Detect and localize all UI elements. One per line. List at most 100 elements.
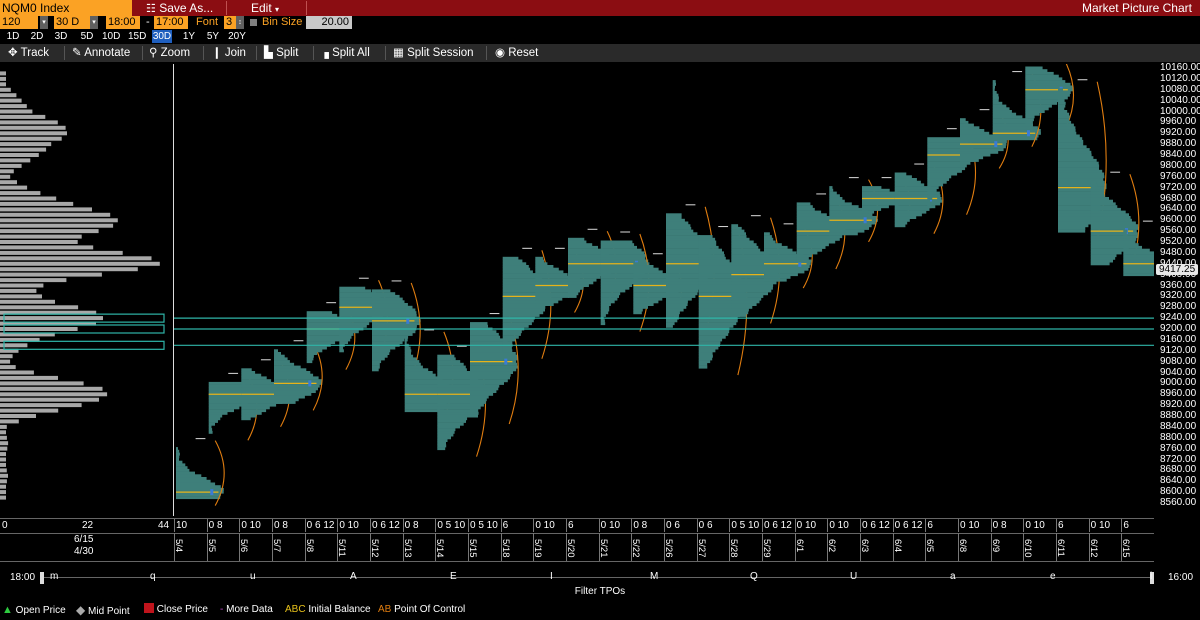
profile-bar [731, 281, 777, 285]
profile-bar [600, 297, 618, 301]
reset-button[interactable]: ◉ Reset [495, 44, 538, 62]
scale-letter: m [50, 571, 59, 582]
histogram-bar [0, 240, 78, 244]
histogram-bar [0, 218, 118, 223]
period-1y[interactable]: 1Y [180, 30, 198, 43]
profile-bar [404, 360, 420, 364]
period-10d[interactable]: 10D [102, 30, 120, 43]
profile-bar [1090, 191, 1105, 195]
profile-bar [829, 216, 877, 219]
edit-menu[interactable]: Edit ▾ [251, 0, 279, 16]
histogram-bar [0, 446, 8, 451]
scale-left-handle[interactable] [40, 572, 44, 584]
profile-bar [796, 237, 840, 241]
close-marker [406, 317, 410, 324]
split-button[interactable]: ▙ Split [264, 44, 298, 62]
save-as-button[interactable]: ☷ Save As... [146, 0, 213, 16]
profile-bar [1025, 112, 1040, 116]
profile-bar [698, 360, 711, 364]
profile-bar [470, 373, 511, 377]
period-3d[interactable]: 3D [52, 30, 70, 43]
profile-bar [666, 292, 698, 296]
profile-bar [1090, 259, 1113, 263]
price-tick: 9560.00 [1160, 225, 1197, 237]
profile-bar [274, 357, 288, 361]
period-2d[interactable]: 2D [28, 30, 46, 43]
range-dropdown-icon[interactable]: ▾ [90, 16, 98, 29]
profile-bar [600, 300, 615, 304]
profile-bar [535, 297, 563, 301]
market-profile-chart[interactable] [174, 64, 1154, 516]
profile-bar [176, 458, 179, 461]
profile-bar [437, 362, 464, 366]
period-5d[interactable]: 5D [78, 30, 96, 43]
ticker-field[interactable]: NQM0 Index [0, 0, 132, 16]
profile-bar [176, 477, 207, 480]
tpo-cell: 6 [568, 520, 574, 531]
split-session-button[interactable]: ▦ Split Session [393, 44, 474, 62]
profile-bar [1058, 123, 1074, 127]
profile-bar [1058, 93, 1063, 97]
end-time-field[interactable]: 17:00 [154, 16, 188, 29]
font-size-field[interactable]: 3 [224, 16, 236, 29]
track-button[interactable]: ✥ Track [8, 44, 49, 62]
filter-tpos-label[interactable]: Filter TPOs [0, 586, 1200, 597]
period-30d[interactable]: 30D [152, 30, 172, 43]
interval-dropdown-icon[interactable]: ▾ [40, 16, 48, 29]
profile-bar [796, 251, 818, 255]
profile-bar [927, 188, 937, 192]
profile-bar [829, 232, 858, 236]
profile-bar [698, 357, 713, 361]
profile-bar [992, 85, 995, 89]
profile-bar [992, 120, 1031, 124]
profile-bar [1123, 259, 1154, 263]
profile-bar [960, 148, 1004, 152]
profile-bar [960, 126, 980, 130]
profile-bar [927, 186, 939, 190]
range-field[interactable]: 30 D [54, 16, 90, 29]
period-15d[interactable]: 15D [128, 30, 146, 43]
period-20y[interactable]: 20Y [228, 30, 246, 43]
close-marker [1026, 130, 1030, 137]
profile-bar [437, 436, 451, 440]
annotate-button[interactable]: ✎ Annotate [72, 44, 130, 62]
profile-bar [764, 267, 809, 271]
profile-bar [535, 300, 559, 304]
join-button[interactable]: ❙ Join [212, 44, 246, 62]
profile-bar [796, 259, 808, 263]
bin-size-field[interactable]: 20.00 [306, 16, 352, 29]
bin-size-checkbox[interactable] [250, 19, 257, 26]
histogram-bar [0, 495, 6, 500]
profile-bar [666, 213, 682, 217]
scale-letter: q [150, 571, 156, 582]
close-marker [504, 358, 508, 365]
tpo-divider [892, 519, 894, 532]
tpo-divider [598, 519, 600, 532]
profile-bar [568, 292, 579, 296]
profile-bar [1058, 120, 1072, 124]
time-scale[interactable]: 18:00 16:00 Filter TPOs m q u A E I M Q Ua e i [0, 571, 1200, 597]
interval-field[interactable]: 120 Min [0, 16, 38, 41]
profile-bar [600, 240, 633, 244]
period-5y[interactable]: 5Y [204, 30, 222, 43]
histogram-bar [0, 288, 37, 293]
split-all-button[interactable]: ▗ Split All [320, 44, 370, 62]
profile-bar [666, 300, 688, 304]
period-1d[interactable]: 1D [4, 30, 22, 43]
profile-bar [502, 338, 516, 342]
histogram-bar [0, 386, 103, 391]
price-axis: 10160.00 10120.00 10080.00 10040.00 10000.00… [1156, 62, 1200, 516]
profile-bar [927, 183, 944, 187]
zoom-button[interactable]: ⚲ Zoom [149, 44, 190, 62]
date-row: 6/15 4/30 5/4 5/5 5/6 5/7 5/8 5/11 5/12 5/13 5/1… [0, 533, 1154, 562]
font-stepper-icon[interactable]: ↕ [236, 16, 244, 29]
profile-bar [208, 417, 221, 421]
save-icon: ☷ [146, 3, 156, 15]
profile-bar [698, 245, 719, 249]
histogram-bar [0, 261, 160, 266]
profile-bar [535, 273, 568, 277]
profile-bar [470, 322, 488, 326]
profile-bar [698, 338, 723, 342]
start-time-field[interactable]: 18:00 [106, 16, 140, 29]
profile-bar [862, 207, 882, 211]
